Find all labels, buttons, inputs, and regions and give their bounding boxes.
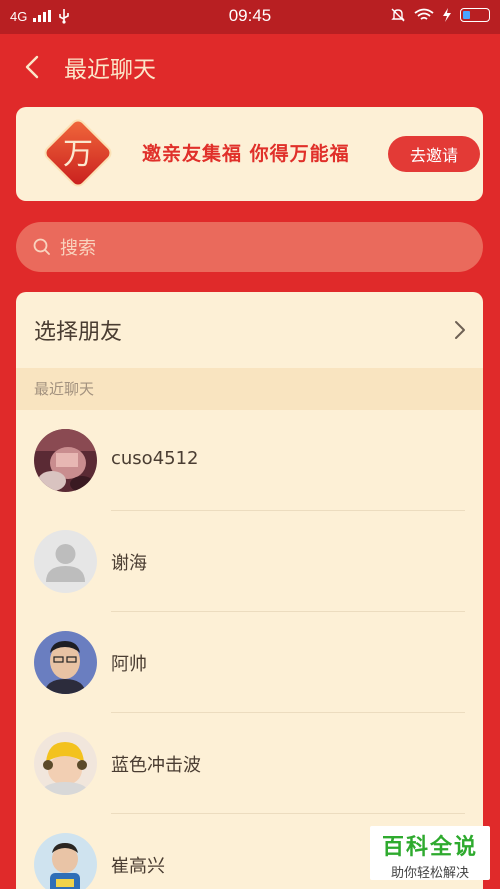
avatar	[34, 833, 97, 889]
invite-button[interactable]: 去邀请	[388, 136, 480, 172]
search-placeholder: 搜索	[60, 238, 96, 259]
recent-section-header: 最近聊天	[16, 368, 483, 410]
banner-text: 邀亲友集福 你得万能福	[142, 143, 350, 165]
bell-muted-icon	[391, 8, 405, 22]
select-friend-label: 选择朋友	[34, 320, 123, 345]
list-item[interactable]: 阿帅	[16, 612, 483, 713]
avatar	[34, 429, 97, 492]
chevron-right-icon	[455, 321, 465, 339]
contact-name: 蓝色冲击波	[111, 755, 201, 776]
wifi-icon	[414, 8, 434, 20]
list-item[interactable]: cuso4512	[16, 410, 483, 511]
contact-name: 谢海	[111, 553, 147, 574]
contact-name: 阿帅	[111, 654, 147, 675]
contact-name: cuso4512	[111, 448, 199, 469]
avatar	[34, 732, 97, 795]
search-input[interactable]: 搜索	[16, 222, 483, 272]
invite-banner[interactable]: 万 邀亲友集福 你得万能福 去邀请	[16, 107, 483, 201]
list-item[interactable]: 蓝色冲击波	[16, 713, 483, 814]
avatar	[34, 530, 97, 593]
back-arrow-icon[interactable]	[18, 52, 48, 82]
avatar	[34, 631, 97, 694]
watermark-logo: 百科全说 助你轻松解决	[370, 826, 490, 881]
search-icon	[33, 238, 50, 255]
header: 最近聊天	[0, 34, 500, 98]
watermark-subtitle: 助你轻松解决	[390, 866, 469, 881]
badge-char: 万	[63, 137, 93, 172]
select-friend-row[interactable]: 选择朋友	[16, 292, 483, 368]
charging-icon	[443, 8, 451, 22]
contacts-card: 选择朋友 最近聊天 cuso4512 谢海 阿帅 蓝色冲击波 崔高兴	[16, 292, 483, 889]
wan-fu-badge-icon: 万	[44, 119, 112, 187]
list-item[interactable]: 谢海	[16, 511, 483, 612]
page-title: 最近聊天	[64, 57, 156, 83]
recent-contact-list: cuso4512 谢海 阿帅 蓝色冲击波 崔高兴	[16, 410, 483, 889]
status-right	[390, 7, 490, 23]
watermark-title: 百科全说	[381, 835, 478, 860]
battery-icon	[460, 8, 490, 22]
contact-name: 崔高兴	[111, 856, 165, 877]
status-bar: 4G 09:45	[0, 0, 500, 34]
